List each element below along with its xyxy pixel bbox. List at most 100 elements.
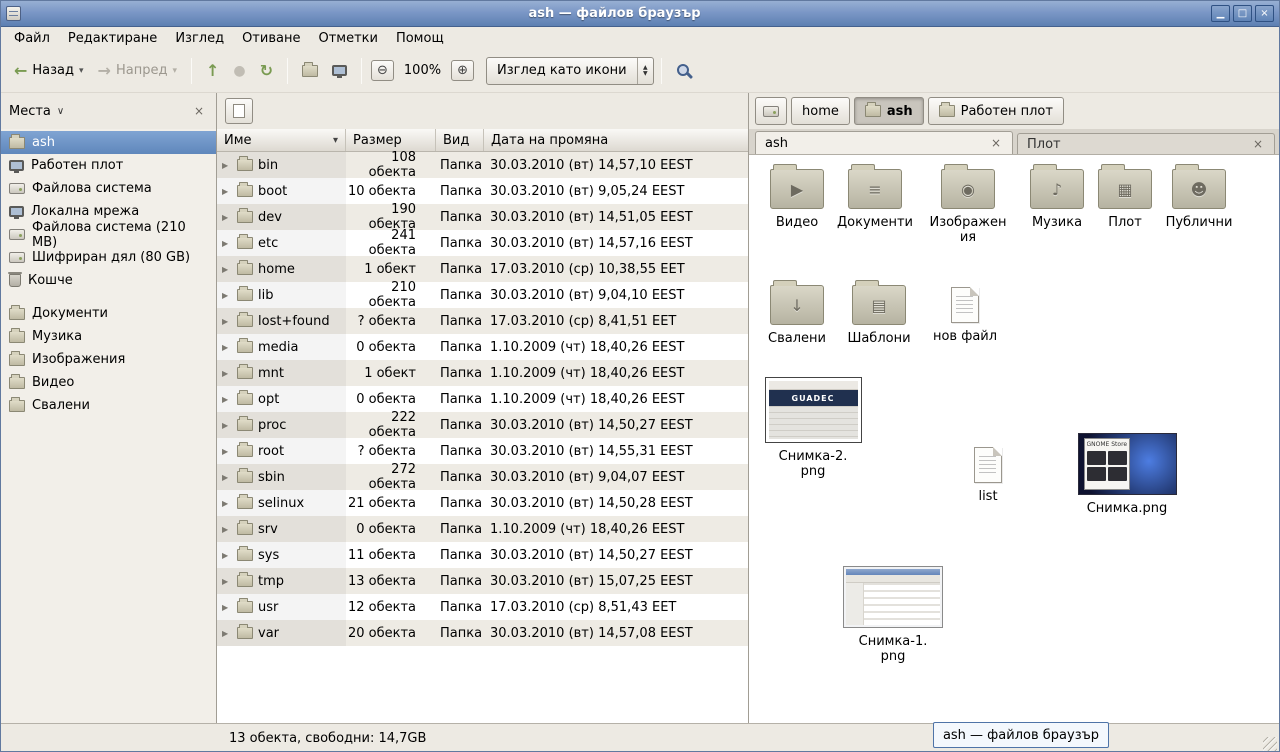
expander-icon[interactable]: ▶ [222, 577, 232, 586]
menu-go[interactable]: Отиване [233, 29, 309, 48]
places-close-icon[interactable]: × [190, 102, 208, 120]
desktop-crumb-button[interactable]: Работен плот [928, 97, 1064, 125]
expander-icon[interactable]: ▶ [222, 525, 232, 534]
sidebar-item-encrypted-80gb[interactable]: Шифриран дял (80 GB) [1, 246, 216, 269]
table-row[interactable]: ▶lost+found? обектаПапка17.03.2010 (ср) … [217, 308, 748, 334]
table-row[interactable]: ▶sbin272 обектаПапка30.03.2010 (вт) 9,04… [217, 464, 748, 490]
expander-icon[interactable]: ▶ [222, 239, 232, 248]
table-row[interactable]: ▶root? обектаПапка30.03.2010 (вт) 14,55,… [217, 438, 748, 464]
icon-item-downloads[interactable]: ↓Свалени [759, 285, 835, 347]
table-row[interactable]: ▶bin108 обектаПапка30.03.2010 (вт) 14,57… [217, 152, 748, 178]
expander-icon[interactable]: ▶ [222, 499, 232, 508]
sidebar-item-desktop[interactable]: Работен плот [1, 154, 216, 177]
sidebar-item-trash[interactable]: Кошче [1, 269, 216, 292]
icon-item-video[interactable]: ▶Видео [759, 169, 835, 231]
table-row[interactable]: ▶media0 обектаПапка1.10.2009 (чт) 18,40,… [217, 334, 748, 360]
stop-button[interactable]: ● [226, 59, 252, 83]
expander-icon[interactable]: ▶ [222, 603, 232, 612]
tab-ash[interactable]: ash× [755, 131, 1013, 154]
view-mode-spinner-icon[interactable]: ▲▼ [637, 58, 653, 84]
pane-location-button[interactable] [225, 98, 253, 124]
zoom-in-button[interactable]: ⊕ [451, 60, 474, 81]
home-crumb-button[interactable]: home [791, 97, 850, 125]
expander-icon[interactable]: ▶ [222, 629, 232, 638]
sidebar-item-documents[interactable]: Документи [1, 302, 216, 325]
icon-item-documents[interactable]: ≡Документи [835, 169, 915, 231]
sidebar-item-videos[interactable]: Видео [1, 371, 216, 394]
icon-item-snimka[interactable]: GNOME Store Снимка.png [1071, 433, 1183, 517]
expander-icon[interactable]: ▶ [222, 265, 232, 274]
icon-item-snimka1[interactable]: Снимка-1.png [841, 566, 945, 665]
tab-close-icon[interactable]: × [989, 136, 1003, 150]
menu-file[interactable]: Файл [5, 29, 59, 48]
close-button[interactable]: × [1255, 5, 1274, 22]
sidebar-item-filesystem[interactable]: Файлова система [1, 177, 216, 200]
home-button[interactable] [295, 60, 325, 82]
search-button[interactable] [669, 58, 699, 84]
expander-icon[interactable]: ▶ [222, 291, 232, 300]
icon-item-list[interactable]: list [955, 447, 1021, 505]
table-row[interactable]: ▶home1 обектПапка17.03.2010 (ср) 10,38,5… [217, 256, 748, 282]
menu-help[interactable]: Помощ [387, 29, 453, 48]
maximize-button[interactable]: □ [1233, 5, 1252, 22]
table-row[interactable]: ▶srv0 обектаПапка1.10.2009 (чт) 18,40,26… [217, 516, 748, 542]
icon-item-music[interactable]: ♪Музика [1019, 169, 1095, 231]
forward-button[interactable]: → Напред ▾ [91, 58, 184, 84]
table-row[interactable]: ▶selinux21 обектаПапка30.03.2010 (вт) 14… [217, 490, 748, 516]
computer-button[interactable] [325, 60, 354, 81]
zoom-out-button[interactable]: ⊖ [371, 60, 394, 81]
sidebar-item-filesystem-210mb[interactable]: Файлова система (210 MB) [1, 223, 216, 246]
expander-icon[interactable]: ▶ [222, 421, 232, 430]
sidebar-item-downloads[interactable]: Свалени [1, 394, 216, 417]
expander-icon[interactable]: ▶ [222, 317, 232, 326]
table-row[interactable]: ▶tmp13 обектаПапка30.03.2010 (вт) 15,07,… [217, 568, 748, 594]
icon-item-desktop-folder[interactable]: ▦Плот [1093, 169, 1157, 231]
sidebar-item-pictures[interactable]: Изображения [1, 348, 216, 371]
tab-plot[interactable]: Плот× [1017, 133, 1275, 154]
menu-view[interactable]: Изглед [166, 29, 233, 48]
resize-grip[interactable] [1263, 737, 1277, 751]
table-row[interactable]: ▶lib210 обектаПапка30.03.2010 (вт) 9,04,… [217, 282, 748, 308]
column-header-name[interactable]: Име▾ [217, 129, 346, 151]
table-row[interactable]: ▶dev190 обектаПапка30.03.2010 (вт) 14,51… [217, 204, 748, 230]
expander-icon[interactable]: ▶ [222, 447, 232, 456]
table-row[interactable]: ▶usr12 обектаПапка17.03.2010 (ср) 8,51,4… [217, 594, 748, 620]
icon-item-public[interactable]: ☻Публични [1161, 169, 1237, 231]
view-mode-select[interactable]: Изглед като икони ▲▼ [486, 57, 654, 85]
expander-icon[interactable]: ▶ [222, 395, 232, 404]
current-crumb-button[interactable]: ash [854, 97, 924, 125]
icon-item-pictures[interactable]: ◉Изображения [927, 169, 1009, 246]
expander-icon[interactable]: ▶ [222, 473, 232, 482]
table-row[interactable]: ▶opt0 обектаПапка1.10.2009 (чт) 18,40,26… [217, 386, 748, 412]
places-selector[interactable]: Места ∨ [9, 104, 64, 119]
column-header-date[interactable]: Дата на промяна [484, 129, 748, 151]
expander-icon[interactable]: ▶ [222, 369, 232, 378]
table-row[interactable]: ▶proc222 обектаПапка30.03.2010 (вт) 14,5… [217, 412, 748, 438]
root-crumb-button[interactable] [755, 97, 787, 125]
expander-icon[interactable]: ▶ [222, 187, 232, 196]
back-history-dropdown-icon[interactable]: ▾ [79, 66, 84, 76]
icon-item-new-file[interactable]: нов файл [927, 287, 1003, 345]
table-row[interactable]: ▶boot10 обектаПапка30.03.2010 (вт) 9,05,… [217, 178, 748, 204]
tab-close-icon[interactable]: × [1251, 137, 1265, 151]
menu-bookmarks[interactable]: Отметки [309, 29, 386, 48]
expander-icon[interactable]: ▶ [222, 551, 232, 560]
column-header-size[interactable]: Размер [346, 129, 436, 151]
up-button[interactable]: ↑ [199, 58, 226, 84]
icon-item-snimka2[interactable]: GUADEC Снимка-2.png [761, 377, 865, 480]
table-row[interactable]: ▶var20 обектаПапка30.03.2010 (вт) 14,57,… [217, 620, 748, 646]
icon-item-templates[interactable]: ▤Шаблони [841, 285, 917, 347]
expander-icon[interactable]: ▶ [222, 161, 232, 170]
table-row[interactable]: ▶mnt1 обектПапка1.10.2009 (чт) 18,40,26 … [217, 360, 748, 386]
back-button[interactable]: ← Назад ▾ [7, 58, 91, 84]
expander-icon[interactable]: ▶ [222, 343, 232, 352]
minimize-button[interactable]: ▁ [1211, 5, 1230, 22]
reload-button[interactable]: ↻ [253, 58, 280, 84]
sidebar-item-music[interactable]: Музика [1, 325, 216, 348]
table-row[interactable]: ▶sys11 обектаПапка30.03.2010 (вт) 14,50,… [217, 542, 748, 568]
column-header-type[interactable]: Вид [436, 129, 484, 151]
menu-edit[interactable]: Редактиране [59, 29, 166, 48]
table-row[interactable]: ▶etc241 обектаПапка30.03.2010 (вт) 14,57… [217, 230, 748, 256]
expander-icon[interactable]: ▶ [222, 213, 232, 222]
sidebar-item-ash[interactable]: ash [1, 131, 216, 154]
